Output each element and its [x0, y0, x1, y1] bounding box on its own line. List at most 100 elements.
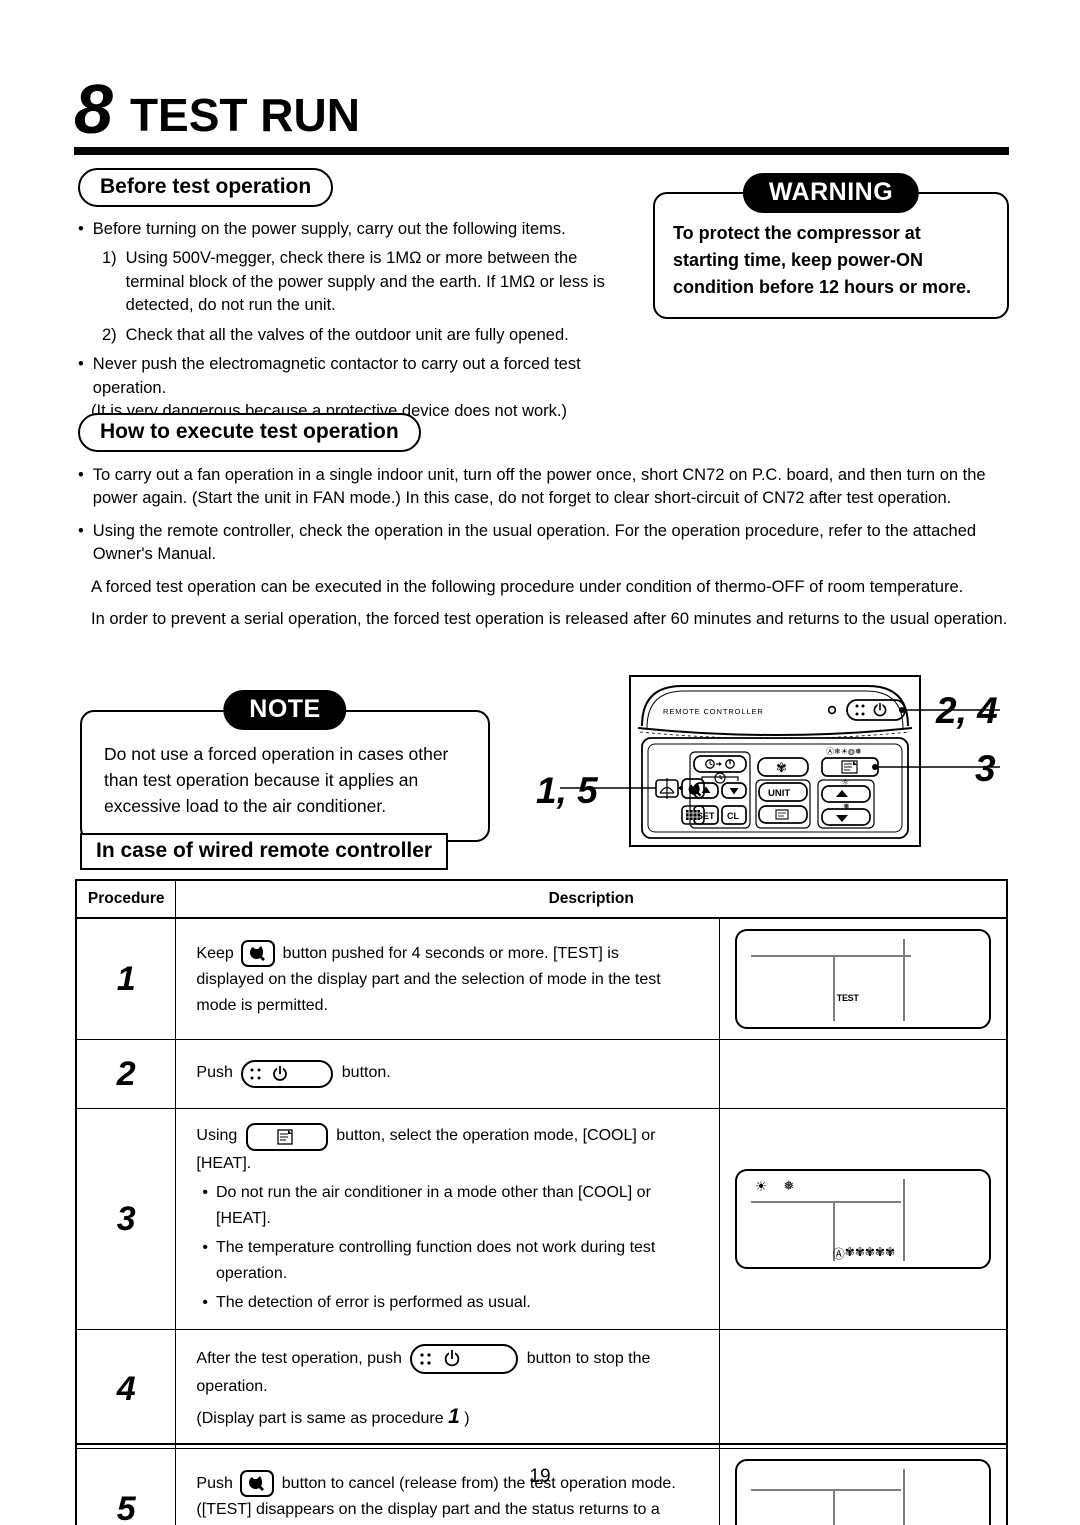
description-line: Keep button pushed for 4 seconds or more… [196, 939, 702, 967]
note-callout: NOTE Do not use a forced operation in ca… [80, 690, 490, 842]
list-item: 2) Check that all the valves of the outd… [78, 324, 638, 347]
warning-tab-label: WARNING [742, 173, 920, 213]
text-before-icon: Push [196, 1064, 233, 1081]
wrench-icon [241, 939, 276, 967]
footer-rule [75, 1443, 1008, 1445]
svg-text:✾: ✾ [776, 761, 787, 776]
procedure-description: After the test operation, push button to… [175, 1329, 720, 1450]
list-item: • Before turning on the power supply, ca… [78, 218, 638, 241]
list-item-text: Using 500V-megger, check there is 1MΩ or… [125, 249, 605, 315]
lcd-fan-speed-icons: Ⓐ ✾✾✾✾✾ [833, 1245, 895, 1262]
sun-icon: ☀ [754, 1179, 768, 1196]
sub-item-text: The detection of error is performed as u… [216, 1293, 531, 1311]
document-page: 8 TEST RUN Before test operation • Befor… [0, 0, 1080, 1525]
table-row: 2 Push button. [75, 1039, 1008, 1109]
section-before-test-operation: Before test operation • Before turning o… [78, 168, 638, 429]
procedure-figure: TEST [718, 917, 1008, 1040]
chapter-rule [74, 147, 1009, 155]
mode-button-icon [245, 1123, 328, 1151]
text-after-icon: button pushed for 4 seconds or more. [TE… [282, 944, 619, 962]
procedure-number: 1 [75, 917, 177, 1040]
note-tab-label: NOTE [223, 690, 347, 730]
bullet-marker: • [78, 521, 84, 540]
list-item: 1) Using 500V-megger, check there is 1MΩ… [78, 247, 638, 317]
sub-item-text: Do not run the air conditioner in a mode… [216, 1183, 651, 1227]
howto-list: • To carry out a fan operation in a sing… [78, 464, 1008, 632]
page-number: 19 [529, 1466, 551, 1487]
section-how-to-execute: How to execute test operation • To carry… [78, 413, 1008, 641]
lcd-mode-icons: ☀ ❅ [755, 1179, 794, 1195]
bullet-marker: • [202, 1293, 208, 1311]
sub-item-text: The temperature controlling function doe… [216, 1238, 656, 1282]
remote-device-label: REMOTE CONTROLLER [663, 707, 764, 716]
procedure-number: 2 [75, 1039, 177, 1109]
procedure-number: 3 [75, 1107, 177, 1331]
procedure-figure: ☀ ❅ Ⓐ ✾✾✾✾✾ [718, 1107, 1008, 1331]
chapter-number: 8 [74, 69, 113, 148]
description-line: Push button. [196, 1060, 702, 1088]
list-item-text: In order to prevent a serial operation, … [91, 610, 1008, 629]
mode-glyph [277, 1129, 293, 1145]
list-item-text: Check that all the valves of the outdoor… [125, 325, 569, 344]
before-test-list: • Before turning on the power supply, ca… [78, 218, 638, 423]
list-marker: 1) [102, 249, 117, 268]
wrench-glyph [250, 945, 266, 961]
bullet-marker: • [202, 1238, 208, 1256]
snowflake-icon: ❅ [783, 1179, 795, 1195]
list-item-text: Using the remote controller, check the o… [92, 521, 977, 564]
cl-button-label: CL [727, 811, 739, 821]
description-line: (Display part is same as procedure 1 ) [196, 1400, 702, 1434]
lcd-line [832, 1491, 835, 1525]
warning-callout: WARNING To protect the compressor at sta… [653, 173, 1009, 319]
text-before-icon: After the test operation, push [196, 1350, 402, 1368]
list-item-text: Before turning on the power supply, carr… [92, 220, 566, 238]
svg-text:Ⓐ❄☀◍❅: Ⓐ❄☀◍❅ [826, 747, 862, 756]
lcd-line [750, 1201, 901, 1204]
procedure-table: Procedure Description 1 Keep button push… [75, 879, 1008, 1525]
on-off-glyph [250, 1065, 288, 1081]
table-row: 4 After the test operation, push button … [75, 1329, 1008, 1450]
bullet-marker: • [78, 466, 84, 484]
on-off-button-icon [410, 1344, 519, 1375]
list-item: • Never push the electromagnetic contact… [78, 353, 638, 400]
warning-text: To protect the compressor at starting ti… [673, 223, 972, 297]
description-line: displayed on the display part and the se… [196, 970, 661, 988]
section-heading-wired: In case of wired remote controller [80, 833, 449, 870]
table-body: 1 Keep button pushed for 4 seconds or mo… [75, 917, 1008, 1525]
lcd-line [750, 955, 911, 957]
unit-button-label: UNIT [768, 788, 790, 799]
list-marker: 2) [102, 325, 117, 344]
bullet-marker: • [202, 1183, 208, 1201]
lcd-test-label: TEST [836, 993, 859, 1003]
description-sub-item: • The detection of error is performed as… [196, 1290, 702, 1316]
on-off-glyph [420, 1349, 460, 1367]
procedure-figure [718, 1329, 1008, 1450]
procedure-description: Using button, select the operation mode,… [175, 1107, 720, 1331]
text-after-ref: ) [464, 1410, 470, 1428]
lcd-line [750, 1489, 901, 1492]
auto-icon: Ⓐ [832, 1247, 845, 1262]
description-sub-item: • Do not run the air conditioner in a mo… [196, 1180, 702, 1232]
lcd-line [832, 957, 835, 1021]
description-sub-item: • The temperature controlling function d… [196, 1235, 702, 1287]
column-header-procedure: Procedure [75, 879, 177, 919]
list-item-text: A forced test operation can be executed … [91, 577, 964, 596]
table-header: Procedure Description [75, 879, 1008, 919]
fan-icon: ✾✾✾✾✾ [844, 1245, 896, 1260]
description-line: mode is permitted. [196, 996, 328, 1014]
description-line: Using button, select the operation mode,… [196, 1123, 702, 1177]
callout-label-left: 1, 5 [536, 770, 598, 811]
callout-label-right: 3 [975, 748, 996, 789]
lcd-line [902, 939, 905, 1021]
column-header-description: Description [175, 879, 1008, 919]
text-before-icon: Keep [196, 944, 234, 962]
section-heading-before: Before test operation [78, 168, 334, 207]
callout-label-top-right: 2, 4 [936, 690, 998, 731]
description-line: After the test operation, push button to… [196, 1344, 702, 1400]
text-before-ref: (Display part is same as procedure [196, 1410, 444, 1428]
text-before-icon: Using [196, 1127, 238, 1144]
section-wired-remote-controller: In case of wired remote controller [80, 833, 449, 870]
lcd-display-panel: TEST [734, 929, 991, 1029]
bullet-marker: • [78, 355, 84, 374]
bullet-marker: • [78, 220, 84, 238]
